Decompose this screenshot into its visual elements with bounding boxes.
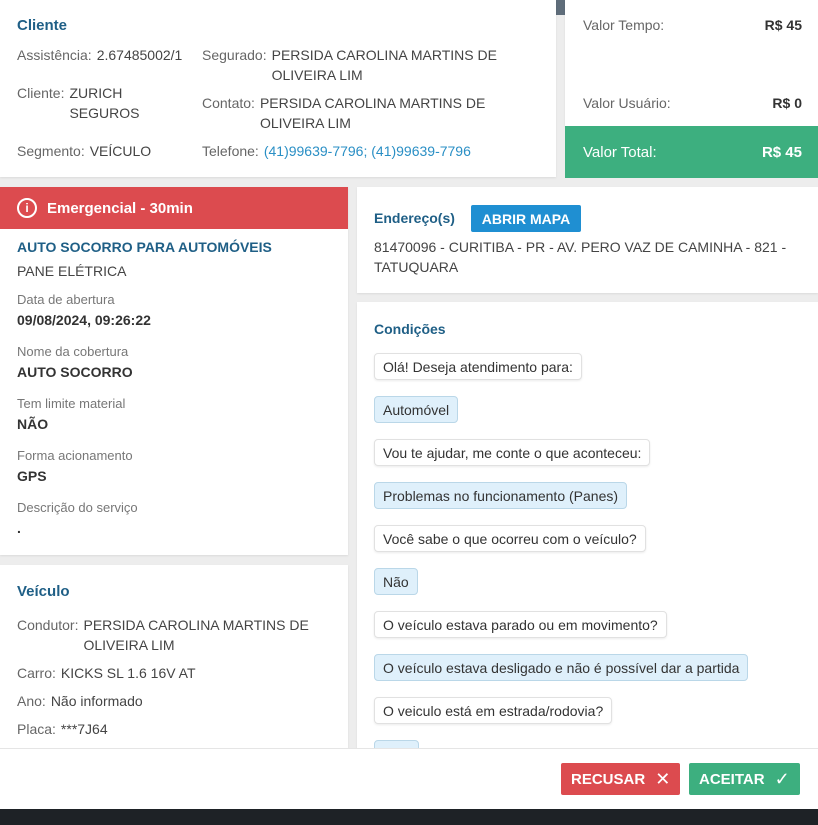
valor-usuario-value: R$ 0 [772, 95, 802, 111]
carro-row: Carro: KICKS SL 1.6 16V AT [17, 663, 196, 683]
assistencia-label: Assistência: [17, 47, 92, 63]
assistencia-value: 2.67485002/1 [96, 47, 183, 63]
telefone-row: Telefone: (41)99639-7796; (41)99639-7796 [202, 141, 471, 161]
taskbar [0, 809, 818, 825]
chat-answer: Automóvel [374, 396, 459, 423]
conditions-title: Condições [374, 321, 446, 337]
valor-usuario-row: Valor Usuário: R$ 0 [583, 93, 802, 113]
telefone-link[interactable]: (41)99639-7796; (41)99639-7796 [264, 141, 471, 161]
condutor-row: Condutor: PERSIDA CAROLINA MARTINS DE OL… [17, 615, 317, 655]
client-title: Cliente [17, 17, 68, 34]
valor-tempo-label: Valor Tempo: [583, 17, 665, 33]
field-label: Tem limite material [17, 396, 126, 411]
chat-message: O veículo estava parado ou em movimento? [374, 611, 667, 638]
condutor-label: Condutor: [17, 617, 79, 633]
cliente-label: Cliente: [17, 85, 65, 101]
chat-message: Você sabe o que ocorreu com o veículo? [374, 525, 646, 552]
reject-button[interactable]: RECUSAR ✕ [561, 763, 681, 795]
placa-row: Placa: ***7J64 [17, 719, 108, 739]
field-value: GPS [17, 468, 47, 484]
valor-tempo-value: R$ 45 [764, 17, 802, 33]
cliente-row: Cliente: ZURICH SEGUROS [17, 83, 187, 123]
reject-label: RECUSAR [571, 770, 646, 788]
segurado-label: Segurado: [202, 47, 267, 63]
segmento-label: Segmento: [17, 143, 85, 159]
chat-message: Vou te ajudar, me conte o que aconteceu: [374, 439, 651, 466]
assistencia-row: Assistência: 2.67485002/1 [17, 45, 197, 65]
contato-value: PERSIDA CAROLINA MARTINS DE OLIVEIRA LIM [259, 95, 486, 131]
chat-message: O veiculo está em estrada/rodovia? [374, 697, 613, 724]
address-text: 81470096 - CURITIBA - PR - AV. PERO VAZ … [374, 239, 787, 275]
cliente-value: ZURICH SEGUROS [69, 85, 140, 121]
field-value: . [17, 520, 21, 536]
service-subtitle: PANE ELÉTRICA [17, 263, 127, 279]
contato-row: Contato: PERSIDA CAROLINA MARTINS DE OLI… [202, 93, 502, 133]
segurado-value: PERSIDA CAROLINA MARTINS DE OLIVEIRA LIM [271, 47, 497, 83]
carro-label: Carro: [17, 665, 56, 681]
ano-value: Não informado [50, 693, 143, 709]
segmento-value: VEÍCULO [89, 143, 152, 159]
close-icon: ✕ [655, 768, 671, 789]
field-value: AUTO SOCORRO [17, 364, 133, 380]
field-value: NÃO [17, 416, 49, 432]
contato-label: Contato: [202, 95, 255, 111]
field-label: Nome da cobertura [17, 344, 129, 359]
chat-message: Olá! Deseja atendimento para: [374, 353, 582, 380]
carro-value: KICKS SL 1.6 16V AT [60, 665, 196, 681]
open-map-button[interactable]: ABRIR MAPA [471, 205, 581, 232]
segurado-row: Segurado: PERSIDA CAROLINA MARTINS DE OL… [202, 45, 502, 85]
field-label: Forma acionamento [17, 448, 133, 463]
placa-value: ***7J64 [60, 721, 108, 737]
chat-answer: O veículo estava desligado e não é possí… [374, 654, 749, 681]
chat-answer: Não [374, 568, 418, 595]
telefone-label: Telefone: [202, 143, 259, 159]
condutor-value: PERSIDA CAROLINA MARTINS DE OLIVEIRA LIM [83, 617, 309, 653]
ano-row: Ano: Não informado [17, 691, 143, 711]
check-icon: ✓ [774, 768, 790, 789]
valor-usuario-label: Valor Usuário: [583, 95, 671, 111]
ano-label: Ano: [17, 693, 46, 709]
emergency-label: Emergencial - 30min [47, 199, 193, 217]
segmento-row: Segmento: VEÍCULO [17, 141, 151, 161]
valor-total-label: Valor Total: [583, 143, 657, 161]
accept-label: ACEITAR [699, 770, 765, 788]
info-icon: i [17, 198, 37, 218]
emergency-banner: i Emergencial - 30min [0, 187, 348, 229]
valor-total-bar: Valor Total: R$ 45 [565, 126, 818, 178]
placa-label: Placa: [17, 721, 56, 737]
field-value: 09/08/2024, 09:26:22 [17, 312, 151, 328]
valor-total-value: R$ 45 [761, 143, 802, 161]
service-title: AUTO SOCORRO PARA AUTOMÓVEIS [17, 239, 272, 255]
address-title: Endereço(s) [374, 210, 455, 226]
valor-tempo-row: Valor Tempo: R$ 45 [583, 15, 802, 35]
vehicle-title: Veículo [17, 583, 70, 600]
field-label: Descrição do serviço [17, 500, 138, 515]
chat-answer: Problemas no funcionamento (Panes) [374, 482, 628, 509]
field-label: Data de abertura [17, 292, 115, 307]
accept-button[interactable]: ACEITAR ✓ [689, 763, 800, 795]
